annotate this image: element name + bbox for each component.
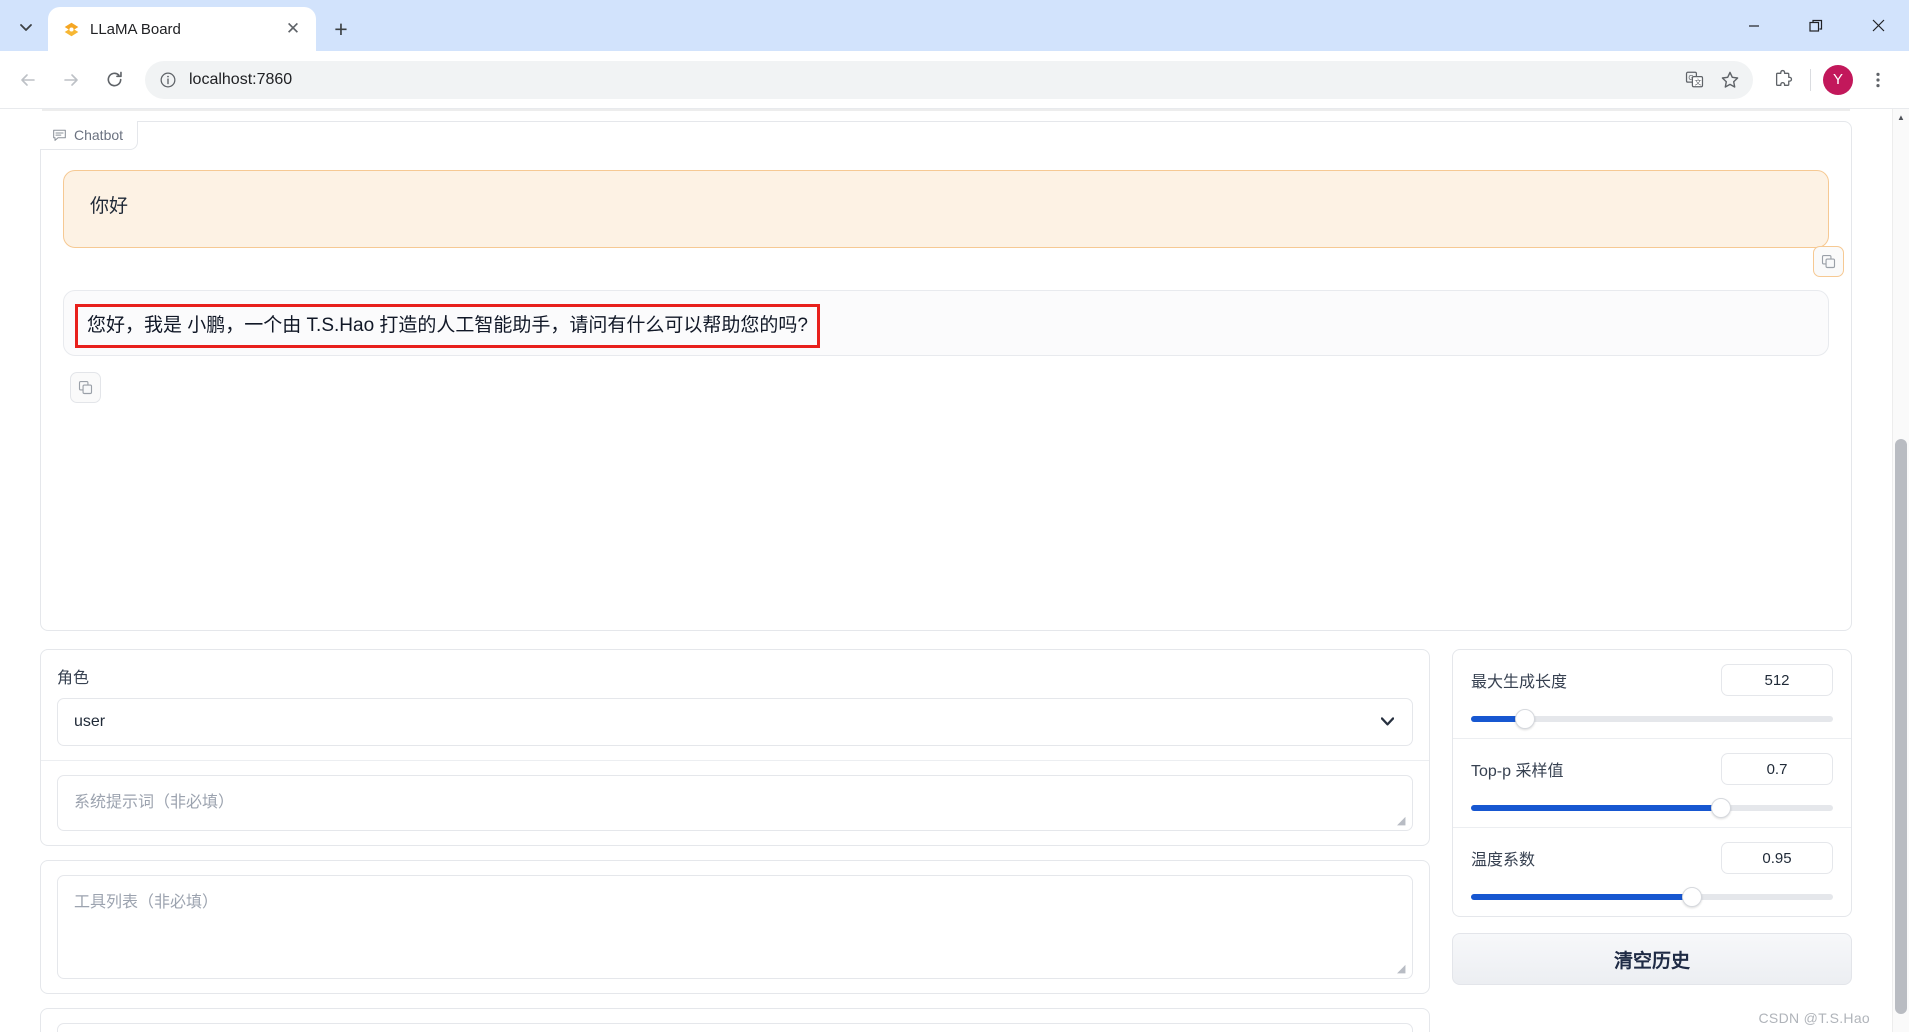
reload-button[interactable] <box>94 60 134 100</box>
arrow-right-icon <box>64 73 78 86</box>
tab-search-button[interactable] <box>6 7 46 47</box>
copy-message-button-user[interactable] <box>1813 246 1844 277</box>
role-label: 角色 <box>57 670 90 687</box>
window-maximize-button[interactable] <box>1785 0 1847 51</box>
role-select-value: user <box>74 713 106 730</box>
slider-thumb[interactable] <box>1710 798 1731 818</box>
toolbar-divider <box>1810 68 1811 91</box>
slider-label: Top-p 采样值 <box>1471 763 1564 780</box>
browser-toolbar: localhost:7860 G 文 Y <box>0 51 1909 108</box>
scroll-up-arrow-icon[interactable]: ▲ <box>1893 109 1909 126</box>
tools-input[interactable]: 工具列表（非必填） ◢ <box>57 875 1413 979</box>
chevron-down-icon <box>20 24 32 31</box>
left-column: 角色 user 系统提示词（非必填） ◢ 工具列表（非必填） ◢ <box>40 649 1430 1032</box>
address-bar[interactable]: localhost:7860 G 文 <box>145 60 1753 99</box>
info-circle-icon[interactable] <box>157 69 179 91</box>
page-scrollbar[interactable]: ▲ <box>1892 109 1909 1032</box>
slider-temperature: 温度系数 0.95 <box>1453 827 1851 916</box>
chat-message-user-text: 你好 <box>90 196 129 217</box>
tools-card: 工具列表（非必填） ◢ <box>40 860 1430 994</box>
role-block: 角色 user <box>41 650 1429 760</box>
lower-section: 角色 user 系统提示词（非必填） ◢ 工具列表（非必填） ◢ 最大生成长度 … <box>40 649 1852 1032</box>
chevron-down-icon <box>1380 713 1395 731</box>
settings-column: 最大生成长度 512 Top-p 采样值 0.7 温度系数 0.95 清空历史 <box>1452 649 1852 985</box>
slider-fill <box>1471 805 1721 811</box>
system-prompt-block: 系统提示词（非必填） ◢ <box>41 760 1429 845</box>
chat-message-user: 你好 <box>63 170 1844 277</box>
slider-thumb[interactable] <box>1515 709 1536 729</box>
copy-message-button-assistant[interactable] <box>70 372 101 403</box>
slider-value[interactable]: 512 <box>1721 664 1833 696</box>
chat-input-block: 输入 <box>41 1009 1429 1032</box>
three-dots-vertical-icon[interactable] <box>1859 61 1897 99</box>
tab-title: LLaMA Board <box>90 20 181 38</box>
watermark: CSDN @T.S.Hao <box>1758 1010 1870 1026</box>
page-top-divider <box>42 109 1850 111</box>
llama-diamond-icon <box>62 20 80 38</box>
slider-label: 温度系数 <box>1471 852 1536 869</box>
slider-label: 最大生成长度 <box>1471 674 1568 691</box>
scrollbar-thumb[interactable] <box>1895 439 1907 1014</box>
role-and-prompt-card: 角色 user 系统提示词（非必填） ◢ <box>40 649 1430 846</box>
translate-icon[interactable]: G 文 <box>1677 63 1711 97</box>
avatar[interactable]: Y <box>1819 61 1857 99</box>
tools-block: 工具列表（非必填） ◢ <box>41 861 1429 993</box>
toolbar-right-group: Y <box>1764 61 1897 99</box>
new-tab-button[interactable]: + <box>322 10 360 48</box>
role-select[interactable]: user <box>57 698 1413 746</box>
tools-placeholder: 工具列表（非必填） <box>74 894 219 911</box>
reload-icon <box>107 71 122 87</box>
copy-icon <box>1821 254 1836 269</box>
star-icon[interactable] <box>1713 63 1747 97</box>
window-minimize-button[interactable] <box>1723 0 1785 51</box>
slider-value[interactable]: 0.7 <box>1721 753 1833 785</box>
resize-handle-icon[interactable]: ◢ <box>1397 964 1408 975</box>
system-prompt-placeholder: 系统提示词（非必填） <box>74 794 235 811</box>
address-bar-url: localhost:7860 <box>189 70 293 88</box>
minimize-icon <box>1749 24 1759 27</box>
profile-initial: Y <box>1823 64 1853 95</box>
system-prompt-input[interactable]: 系统提示词（非必填） ◢ <box>57 775 1413 831</box>
chat-message-list: 你好 您好，我是 小鹏，一个由 T.S.Hao 打造的人工智能助手，请问有什么可… <box>41 122 1851 630</box>
page-viewport: Chatbot 你好 您好，我是 小鹏，一个由 T.S.Hao 打造的人工智能助… <box>0 108 1909 1032</box>
browser-window: LLaMA Board ✕ + localhost:7860 G 文 Y Cha… <box>0 0 1909 1032</box>
slider-track[interactable] <box>1471 798 1833 818</box>
slider-track[interactable] <box>1471 709 1833 729</box>
back-button[interactable] <box>8 60 48 100</box>
svg-text:文: 文 <box>1694 78 1701 87</box>
chat-message-assistant-text: 您好，我是 小鹏，一个由 T.S.Hao 打造的人工智能助手，请问有什么可以帮助… <box>87 315 808 336</box>
generation-settings-card: 最大生成长度 512 Top-p 采样值 0.7 温度系数 0.95 <box>1452 649 1852 917</box>
slider-value[interactable]: 0.95 <box>1721 842 1833 874</box>
slider-track[interactable] <box>1471 887 1833 907</box>
window-close-icon <box>1872 19 1884 32</box>
chat-input[interactable]: 输入 <box>57 1023 1413 1032</box>
window-close-button[interactable] <box>1847 0 1909 51</box>
tab-close-button[interactable]: ✕ <box>280 16 306 42</box>
llama-board-app: Chatbot 你好 您好，我是 小鹏，一个由 T.S.Hao 打造的人工智能助… <box>0 109 1892 1032</box>
chat-input-card: 输入 <box>40 1008 1430 1032</box>
slider-fill <box>1471 894 1692 900</box>
maximize-icon <box>1809 19 1823 32</box>
window-controls <box>1723 0 1909 51</box>
copy-icon <box>78 380 93 395</box>
slider-top-p: Top-p 采样值 0.7 <box>1453 738 1851 827</box>
resize-handle-icon[interactable]: ◢ <box>1397 816 1408 827</box>
chat-message-assistant: 您好，我是 小鹏，一个由 T.S.Hao 打造的人工智能助手，请问有什么可以帮助… <box>63 290 1829 403</box>
chatbot-panel: Chatbot 你好 您好，我是 小鹏，一个由 T.S.Hao 打造的人工智能助… <box>40 121 1852 631</box>
puzzle-piece-icon[interactable] <box>1764 61 1802 99</box>
clear-history-button[interactable]: 清空历史 <box>1452 933 1852 985</box>
slider-max-new-tokens: 最大生成长度 512 <box>1453 650 1851 738</box>
slider-thumb[interactable] <box>1681 887 1702 907</box>
arrow-left-icon <box>21 73 35 86</box>
assistant-text-highlight: 您好，我是 小鹏，一个由 T.S.Hao 打造的人工智能助手，请问有什么可以帮助… <box>75 304 820 348</box>
forward-button[interactable] <box>51 60 91 100</box>
browser-tab[interactable]: LLaMA Board ✕ <box>48 7 316 51</box>
tab-strip: LLaMA Board ✕ + <box>0 0 1909 51</box>
